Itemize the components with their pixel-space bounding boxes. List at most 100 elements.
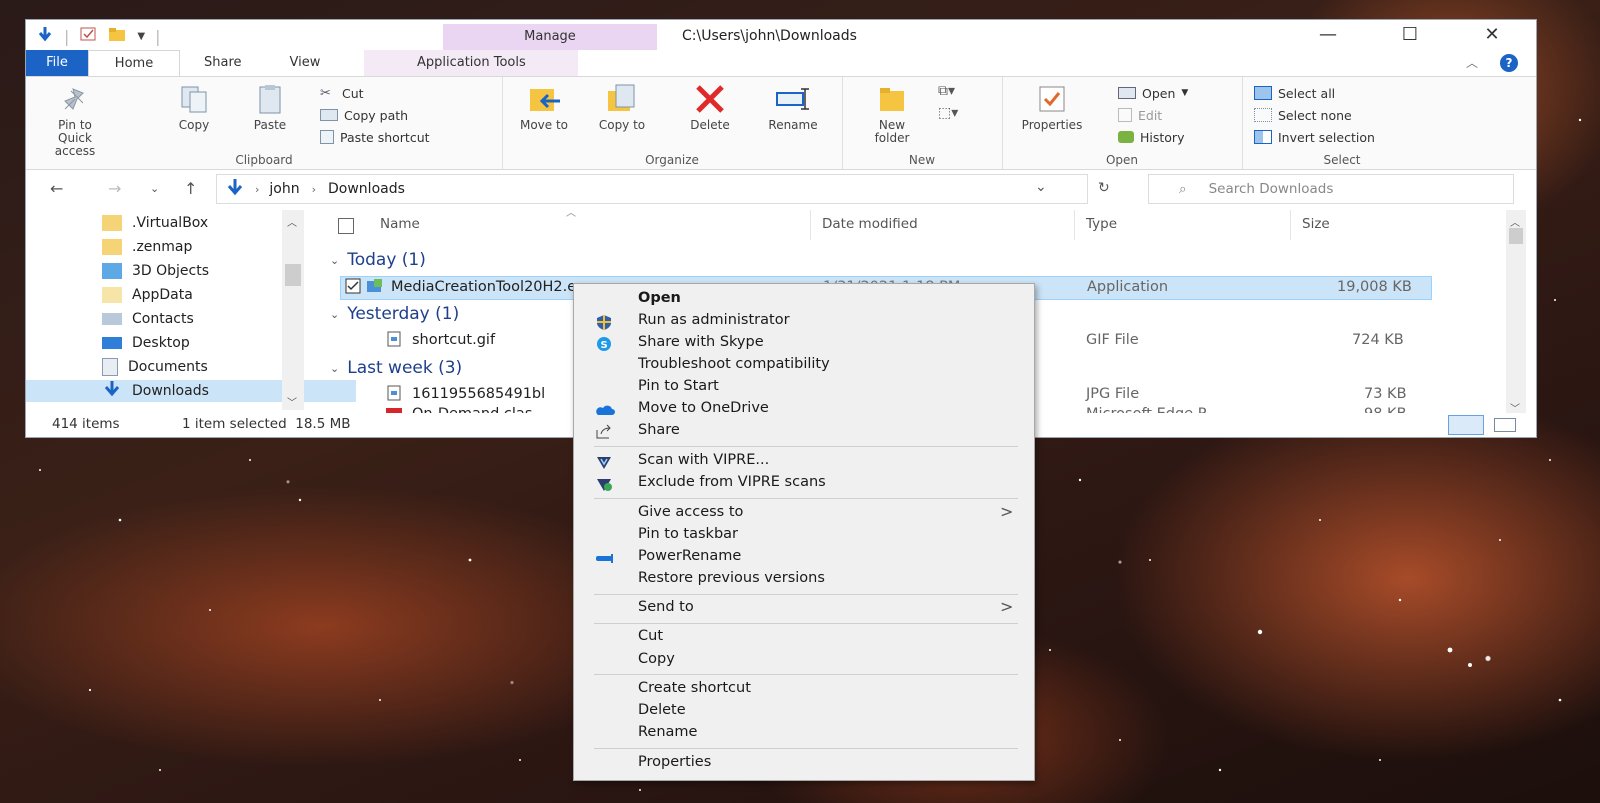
menu-item-pin-to-start[interactable]: Pin to Start [574,376,1034,398]
menu-item-pin-to-taskbar[interactable]: Pin to taskbar [574,524,1034,546]
menu-item-delete[interactable]: Delete [574,700,1034,722]
menu-item-send-to[interactable]: Send to > [574,597,1034,619]
maximize-button[interactable]: ☐ [1390,24,1430,45]
move-to-button[interactable]: Move to [514,83,574,132]
open-group-label: Open [1105,153,1139,167]
minimize-button[interactable]: — [1308,24,1348,45]
copy-path-button[interactable]: Copy path [320,105,408,125]
menu-item-scan-with-vipre[interactable]: Scan with VIPRE... [574,450,1034,472]
sort-ascending-icon: ︿ [566,208,576,219]
nav-item-3d-objects[interactable]: 3D Objects [102,260,209,282]
select-all-checkbox[interactable] [338,218,354,234]
breadcrumb-downloads[interactable]: Downloads [328,181,405,197]
chevron-down-icon[interactable]: ⌄ [1035,179,1047,195]
menu-item-powerrename[interactable]: PowerRename [574,546,1034,568]
menu-item-share-with-skype[interactable]: S Share with Skype [574,332,1034,354]
nav-item-documents[interactable]: Documents [102,356,208,378]
menu-item-open[interactable]: Open [574,288,1034,310]
help-icon[interactable]: ? [1500,54,1518,72]
menu-item-share[interactable]: Share [574,420,1034,442]
new-folder-icon[interactable] [107,25,127,47]
tab-share[interactable]: Share [180,50,266,76]
scroll-down-icon[interactable]: ﹀ [287,394,297,409]
new-folder-button[interactable]: New folder [862,83,922,145]
select-all-button[interactable]: Select all [1254,83,1335,103]
column-header-type[interactable]: Type [1086,216,1117,232]
menu-item-copy[interactable]: Copy [574,649,1034,671]
pin-to-quick-access-button[interactable]: Pin to Quick access [40,83,110,158]
easy-access-icon[interactable]: ⬚▾ [938,105,958,121]
invert-selection-button[interactable]: Invert selection [1254,127,1375,147]
menu-item-give-access-to[interactable]: Give access to > [574,502,1034,524]
menu-item-troubleshoot-compatibility[interactable]: Troubleshoot compatibility [574,354,1034,376]
column-header-name[interactable]: Name [380,216,420,232]
select-none-button[interactable]: Select none [1254,105,1352,125]
history-button[interactable]: History [1118,127,1184,147]
paste-shortcut-button[interactable]: Paste shortcut [320,127,430,147]
menu-item-restore-previous-versions[interactable]: Restore previous versions [574,568,1034,590]
menu-separator [594,674,1018,675]
menu-item-properties[interactable]: Properties [574,752,1034,774]
menu-item-rename[interactable]: Rename [574,722,1034,744]
column-header-date[interactable]: Date modified [822,216,918,232]
properties-check-icon[interactable] [79,25,97,47]
tab-view[interactable]: View [266,50,349,76]
copy-button[interactable]: Copy [164,83,224,132]
edit-button[interactable]: Edit [1118,105,1162,125]
search-box[interactable]: ⌕ Search Downloads [1148,174,1514,204]
group-header-today[interactable]: ⌄ Today (1) [330,250,434,270]
new-item-icon[interactable]: ⧉▾ [938,83,955,99]
file-list-scrollbar[interactable]: ︿ ﹀ [1506,210,1526,415]
paste-button[interactable]: Paste [240,83,300,132]
tab-application-tools[interactable]: Application Tools [364,50,579,76]
share-icon [595,424,613,439]
row-checkbox-checked-icon[interactable] [345,278,361,298]
nav-item-virtualbox[interactable]: .VirtualBox [102,212,208,234]
menu-item-move-to-onedrive[interactable]: Move to OneDrive [574,398,1034,420]
nav-item-appdata[interactable]: AppData [102,284,193,306]
menu-item-cut[interactable]: Cut [574,626,1034,648]
tab-home[interactable]: Home [88,50,180,76]
menu-item-create-shortcut[interactable]: Create shortcut [574,678,1034,700]
history-icon [1118,131,1134,143]
menu-item-exclude-from-vipre[interactable]: Exclude from VIPRE scans [574,472,1034,494]
large-icons-view-icon[interactable] [1494,418,1516,432]
down-arrow-icon[interactable] [36,25,54,47]
column-separator[interactable] [810,210,811,240]
close-button[interactable]: ✕ [1472,24,1512,45]
column-header-size[interactable]: Size [1302,216,1330,232]
copy-to-button[interactable]: Copy to [592,83,652,132]
recent-locations-chevron-icon[interactable]: ⌄ [150,182,159,195]
scroll-up-icon[interactable]: ︿ [287,214,297,229]
cut-button[interactable]: ✂ Cut [320,83,364,103]
chevron-down-icon[interactable]: ▼ [137,31,145,42]
nav-item-zenmap[interactable]: .zenmap [102,236,192,258]
refresh-icon[interactable]: ↻ [1098,180,1110,196]
breadcrumb-john[interactable]: john [269,181,299,197]
nav-item-contacts[interactable]: Contacts [102,308,194,330]
column-separator[interactable] [1074,210,1075,240]
details-view-icon[interactable] [1448,415,1484,435]
scroll-up-icon[interactable]: ︿ [1510,214,1520,229]
group-header-yesterday[interactable]: ⌄ Yesterday (1) [330,304,467,324]
manage-contextual-tab[interactable]: Manage [443,24,657,50]
nav-pane-scrollbar[interactable]: ︿ ﹀ [282,210,304,410]
scrollbar-thumb[interactable] [285,264,301,286]
properties-button[interactable]: Properties [1010,83,1094,132]
tab-file[interactable]: File [26,50,88,76]
delete-button[interactable]: Delete [680,83,740,132]
menu-item-run-as-administrator[interactable]: Run as administrator [574,310,1034,332]
open-button[interactable]: Open ▼ [1118,83,1188,103]
back-arrow-icon[interactable]: ← [50,179,63,198]
nav-item-downloads[interactable]: Downloads [26,380,356,402]
rename-button[interactable]: Rename [758,83,828,132]
forward-arrow-icon[interactable]: → [108,179,121,198]
nav-item-desktop[interactable]: Desktop [102,332,190,354]
column-separator[interactable] [1290,210,1291,240]
chevron-up-icon[interactable]: ︿ [1466,54,1478,71]
address-box[interactable]: › john › Downloads ⌄ [216,174,1088,204]
uac-shield-icon [595,314,613,330]
up-arrow-icon[interactable]: ↑ [184,179,197,198]
scrollbar-thumb[interactable] [1509,228,1523,244]
group-header-last-week[interactable]: ⌄ Last week (3) [330,358,470,378]
